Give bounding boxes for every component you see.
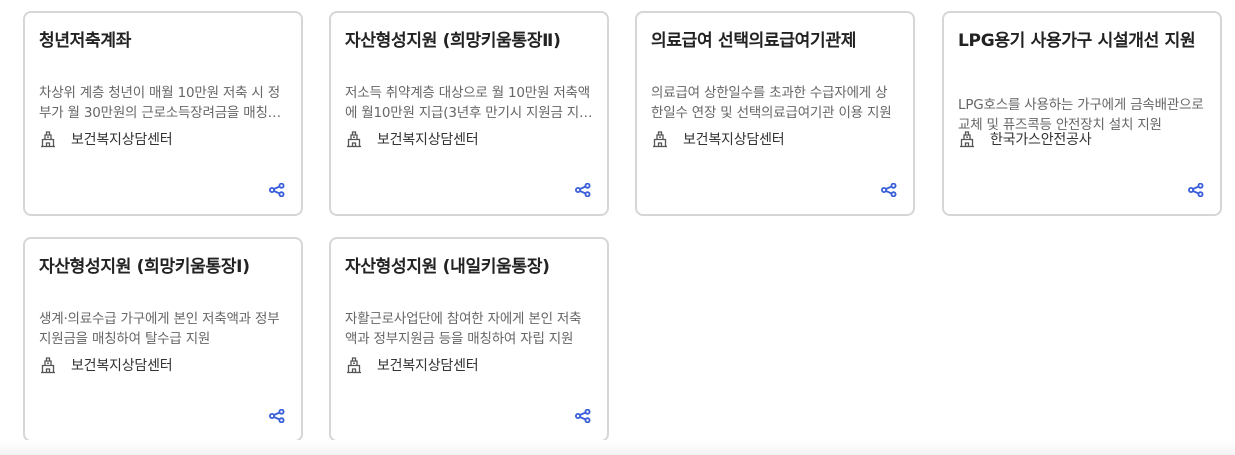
card-title: 자산형성지원 (내일키움통장) bbox=[345, 257, 550, 277]
share-icon bbox=[1188, 183, 1204, 197]
share-icon bbox=[575, 183, 591, 197]
card-title: 의료급여 선택의료급여기관제 bbox=[651, 31, 857, 51]
organization-name: 보건복지상담센터 bbox=[71, 358, 173, 374]
organization-name: 보건복지상담센터 bbox=[377, 358, 479, 374]
building-icon bbox=[345, 356, 363, 374]
organization-name: 보건복지상담센터 bbox=[377, 132, 479, 148]
service-card-tomorrow-savings[interactable]: 자산형성지원 (내일키움통장) 자활근로사업단에 참여한 자에게 본인 저축액과… bbox=[329, 237, 609, 442]
card-description: 의료급여 상한일수를 초과한 수급자에게 상한일수 연장 및 선택의료급여기관 … bbox=[651, 85, 892, 121]
bottom-fade-divider bbox=[0, 440, 1235, 455]
share-icon bbox=[575, 409, 591, 423]
card-title: 청년저축계좌 bbox=[39, 31, 132, 51]
share-icon bbox=[269, 409, 285, 423]
card-description: 저소득 취약계층 대상으로 월 10만원 저축액에 월10만원 지급(3년후 만… bbox=[345, 85, 590, 121]
card-organization: 보건복지상담센터 bbox=[39, 129, 173, 149]
card-description: 생계·의료수급 가구에게 본인 저축액과 정부지원금을 매칭하여 탈수급 지원 bbox=[39, 311, 280, 347]
share-icon bbox=[269, 183, 285, 197]
building-icon bbox=[39, 130, 57, 148]
organization-name: 한국가스안전공사 bbox=[990, 132, 1092, 148]
card-description: 차상위 계층 청년이 매월 10만원 저축 시 정부가 월 30만원의 근로소득… bbox=[39, 85, 280, 121]
building-icon bbox=[39, 356, 57, 374]
service-card-medical-aid[interactable]: 의료급여 선택의료급여기관제 의료급여 상한일수를 초과한 수급자에게 상한일수… bbox=[635, 11, 915, 216]
service-card-hope-savings-1[interactable]: 자산형성지원 (희망키움통장Ⅰ) 생계·의료수급 가구에게 본인 저축액과 정부… bbox=[23, 237, 303, 442]
organization-name: 보건복지상담센터 bbox=[683, 132, 785, 148]
card-title: 자산형성지원 (희망키움통장Ⅰ) bbox=[39, 257, 250, 277]
service-card-youth-savings[interactable]: 청년저축계좌 차상위 계층 청년이 매월 10만원 저축 시 정부가 월 30만… bbox=[23, 11, 303, 216]
card-organization: 보건복지상담센터 bbox=[345, 129, 479, 149]
card-title: 자산형성지원 (희망키움통장Ⅱ) bbox=[345, 31, 561, 51]
building-icon bbox=[345, 130, 363, 148]
service-card-hope-savings-2[interactable]: 자산형성지원 (희망키움통장Ⅱ) 저소득 취약계층 대상으로 월 10만원 저축… bbox=[329, 11, 609, 216]
card-organization: 보건복지상담센터 bbox=[345, 355, 479, 375]
card-organization: 보건복지상담센터 bbox=[651, 129, 785, 149]
card-title: LPG용기 사용가구 시설개선 지원 bbox=[958, 31, 1196, 51]
card-organization: 보건복지상담센터 bbox=[39, 355, 173, 375]
share-button[interactable] bbox=[879, 180, 899, 200]
card-organization: 한국가스안전공사 bbox=[958, 129, 1092, 149]
organization-name: 보건복지상담센터 bbox=[71, 132, 173, 148]
card-description: 자활근로사업단에 참여한 자에게 본인 저축액과 정부지원금 등을 매칭하여 자… bbox=[345, 311, 582, 347]
building-icon bbox=[958, 130, 976, 148]
share-button[interactable] bbox=[267, 406, 287, 426]
service-card-lpg-safety[interactable]: LPG용기 사용가구 시설개선 지원 LPG호스를 사용하는 가구에게 금속배관… bbox=[942, 11, 1222, 216]
building-icon bbox=[651, 130, 669, 148]
share-button[interactable] bbox=[573, 180, 593, 200]
share-button[interactable] bbox=[573, 406, 593, 426]
share-button[interactable] bbox=[1186, 180, 1206, 200]
share-button[interactable] bbox=[267, 180, 287, 200]
share-icon bbox=[881, 183, 897, 197]
